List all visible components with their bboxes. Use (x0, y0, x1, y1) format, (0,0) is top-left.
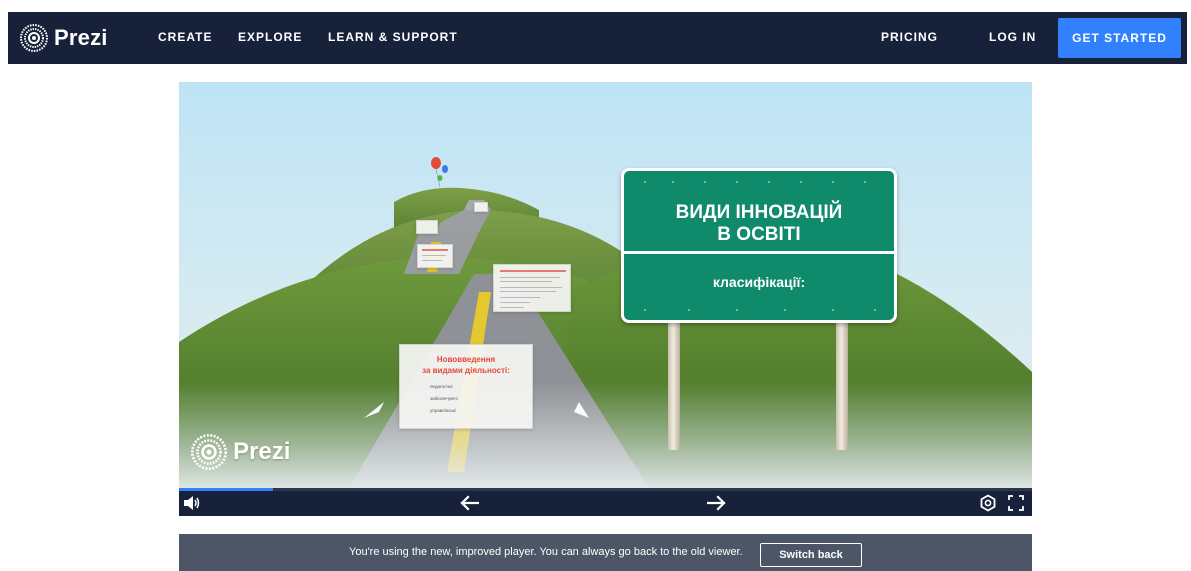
notice-message: You're using the new, improved player. Y… (349, 546, 743, 558)
slide-card-far-2[interactable] (417, 244, 453, 268)
nav-learn-support[interactable]: LEARN & SUPPORT (328, 30, 458, 44)
card-item-2: забезпечуючі (430, 396, 458, 401)
prezi-logo-icon (20, 24, 48, 52)
sign-divider (624, 251, 894, 254)
sign-title: ВИДИ ІННОВАЦІЙ В ОСВІТІ (624, 202, 894, 246)
slide-card-main[interactable]: Нововведення за видами діяльності: педаг… (399, 344, 533, 429)
sign-title-line2: В ОСВІТІ (717, 224, 801, 245)
road-sign[interactable]: ВИДИ ІННОВАЦІЙ В ОСВІТІ класифікації: (621, 168, 897, 323)
nav-login[interactable]: LOG IN (989, 30, 1036, 44)
arrow-left-icon[interactable] (457, 492, 481, 514)
prezi-logo[interactable]: Prezi (20, 24, 108, 52)
card-title-line2: за видами діяльності: (422, 366, 510, 375)
slide-card-medium[interactable] (493, 264, 571, 312)
sign-pole-right (836, 320, 848, 450)
presentation-viewer[interactable]: Нововведення за видами діяльності: педаг… (179, 82, 1032, 488)
slide-card-far-3[interactable] (474, 202, 488, 212)
sign-title-line1: ВИДИ ІННОВАЦІЙ (675, 202, 843, 223)
slide-card-far-1[interactable] (416, 220, 438, 234)
top-nav: Prezi CREATE EXPLORE LEARN & SUPPORT PRI… (8, 12, 1187, 64)
fullscreen-icon[interactable] (1006, 493, 1026, 513)
card-item-1: педагогічні (430, 384, 453, 389)
settings-icon[interactable] (978, 493, 998, 513)
player-controls (179, 488, 1032, 516)
progress-track[interactable] (179, 488, 1032, 491)
sign-subtitle: класифікації: (712, 274, 806, 290)
volume-icon[interactable] (181, 493, 203, 513)
switch-back-button[interactable]: Switch back (760, 543, 862, 567)
hills-road-scene (179, 157, 1032, 488)
nav-create[interactable]: CREATE (158, 30, 212, 44)
card-item-3: управлінські (430, 408, 456, 413)
prezi-watermark: Prezi (191, 434, 290, 470)
nav-explore[interactable]: EXPLORE (238, 30, 302, 44)
sign-pole-left (668, 320, 680, 450)
watermark-text: Prezi (233, 438, 291, 465)
nav-pricing[interactable]: PRICING (881, 30, 938, 44)
progress-fill (179, 488, 273, 491)
player-notice-bar: You're using the new, improved player. Y… (179, 534, 1032, 571)
logo-text: Prezi (54, 25, 108, 50)
card-title-line1: Нововведення (436, 355, 496, 364)
arrow-right-icon[interactable] (705, 492, 729, 514)
get-started-button[interactable]: GET STARTED (1058, 18, 1181, 58)
prezi-watermark-icon (191, 434, 227, 470)
